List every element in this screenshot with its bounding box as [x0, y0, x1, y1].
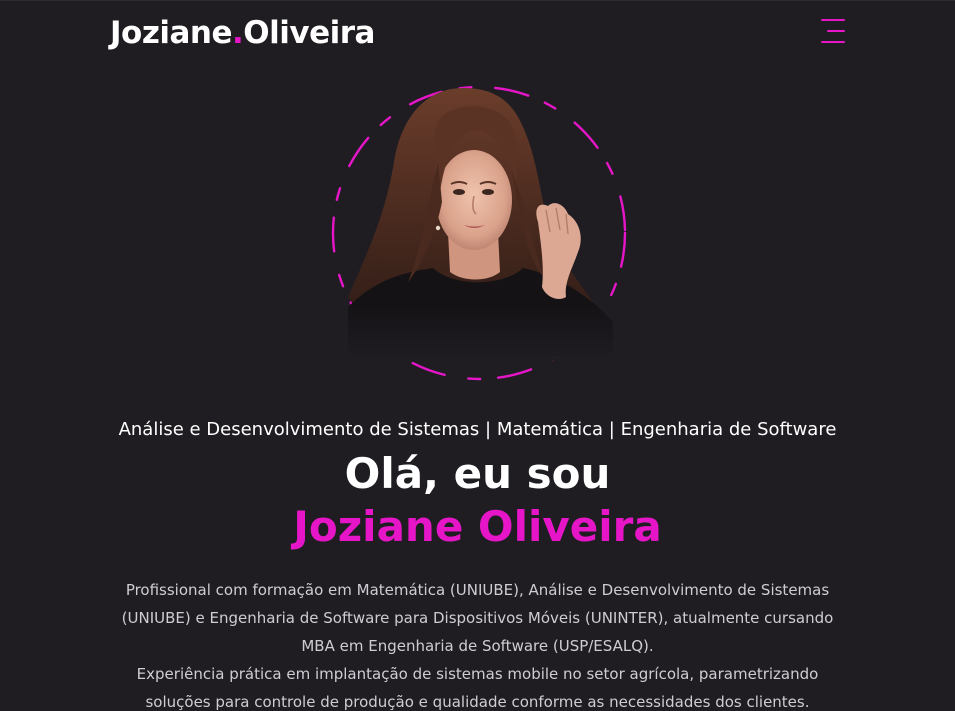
bio-paragraph-1: Profissional com formação em Matemática … [121, 581, 834, 655]
logo-last-name: Oliveira [243, 15, 375, 51]
bio-paragraph-2: Experiência prática em implantação de si… [136, 665, 819, 711]
page: Joziane.Oliveira Análise e Desenvolvimen… [0, 0, 955, 711]
logo-first-name: Joziane [110, 15, 233, 51]
portrait-graphic [328, 85, 630, 381]
earring [435, 225, 441, 231]
profile-portrait [328, 82, 630, 384]
logo-dot: . [232, 15, 244, 51]
site-logo[interactable]: Joziane.Oliveira [110, 13, 375, 53]
hero-subtitle: Análise e Desenvolvimento de Sistemas | … [118, 419, 837, 440]
hero-name: Joziane Oliveira [293, 502, 662, 551]
right-eye [482, 189, 494, 195]
menu-line-middle [827, 30, 845, 32]
hero-bio: Profissional com formação em Matemática … [120, 576, 835, 711]
hamburger-menu-icon[interactable] [817, 17, 845, 45]
top-divider [0, 0, 955, 1]
hero-greeting: Olá, eu sou [344, 449, 611, 498]
menu-line-top [821, 19, 845, 21]
left-eye [453, 189, 465, 195]
menu-line-bottom [821, 41, 845, 43]
